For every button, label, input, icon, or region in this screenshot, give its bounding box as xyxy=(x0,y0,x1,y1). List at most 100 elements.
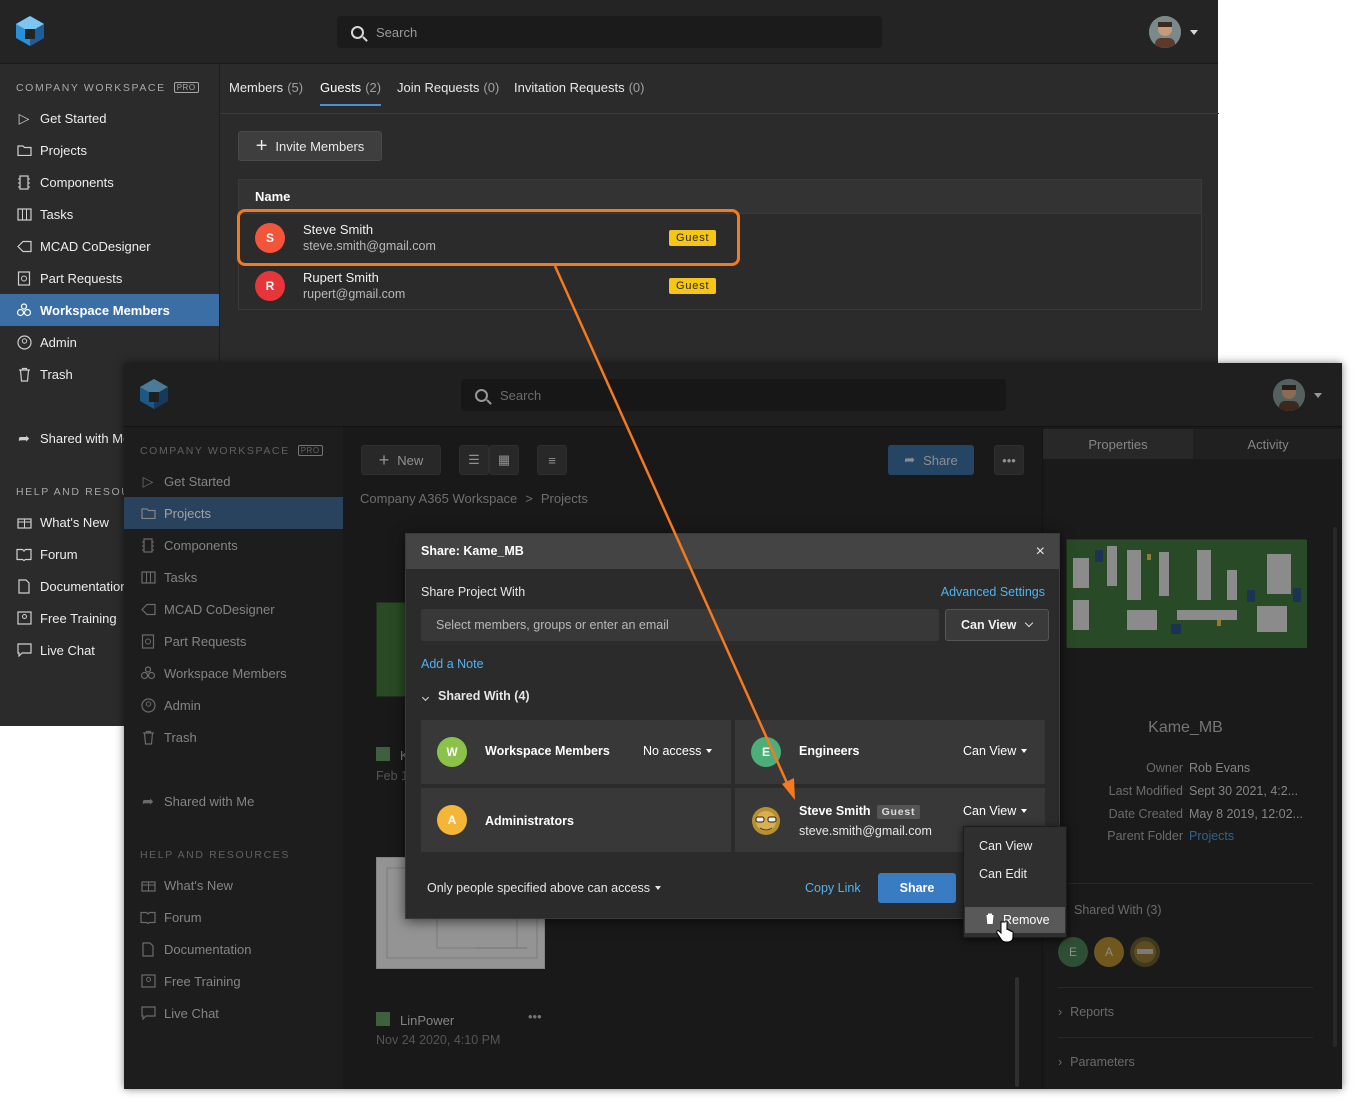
caret-down-icon xyxy=(655,886,662,890)
search-icon xyxy=(351,25,364,39)
help-item-forum[interactable]: Forum xyxy=(124,901,343,933)
tab-properties[interactable]: Properties xyxy=(1043,429,1193,459)
tab-invitation-requests[interactable]: Invitation Requests (0) xyxy=(514,80,644,95)
chat-icon xyxy=(140,1005,156,1021)
access-scope-dropdown[interactable]: Only people specified above can access xyxy=(427,881,662,895)
user-avatar[interactable] xyxy=(1149,16,1181,48)
sidebar-item-workspace-members[interactable]: Workspace Members xyxy=(124,657,343,689)
copy-link-button[interactable]: Copy Link xyxy=(805,881,861,895)
project-more-icon[interactable]: ••• xyxy=(528,1009,542,1024)
shared-with-toggle[interactable]: Shared With (4) xyxy=(421,689,530,703)
sidebar-item-tasks[interactable]: Tasks xyxy=(124,561,343,593)
top-bar: Search xyxy=(124,363,1342,427)
help-item-whats-new[interactable]: What's New xyxy=(124,869,343,901)
divider xyxy=(1058,1037,1313,1038)
members-icon xyxy=(16,302,32,318)
help-label: HELP AND RESOURCES xyxy=(140,849,290,861)
chevron-right-icon: › xyxy=(1058,1055,1063,1069)
chevron-down-icon xyxy=(421,693,430,702)
more-options-icon[interactable]: ••• xyxy=(994,445,1024,475)
sidebar-item-projects[interactable]: Projects xyxy=(0,134,219,166)
project-partial-date: Feb 1 xyxy=(376,769,408,783)
sidebar-item-components[interactable]: Components xyxy=(0,166,219,198)
project-icon xyxy=(376,1012,390,1026)
project-date: Nov 24 2020, 4:10 PM xyxy=(376,1033,501,1047)
divider xyxy=(1058,883,1313,884)
share-button[interactable]: ➦ Share xyxy=(888,445,974,475)
sidebar-item-admin[interactable]: Admin xyxy=(124,689,343,721)
sidebar-item-shared-with-me[interactable]: ➦ Shared with Me xyxy=(124,785,343,817)
entry-name: Workspace Members xyxy=(485,744,610,758)
advanced-settings-link[interactable]: Advanced Settings xyxy=(941,585,1045,599)
menu-item-can-edit[interactable]: Can Edit xyxy=(979,867,1027,881)
sidebar-item-part-requests[interactable]: Part Requests xyxy=(0,262,219,294)
app-logo-icon[interactable] xyxy=(15,15,45,47)
share-submit-button[interactable]: Share xyxy=(878,873,956,903)
sidebar-item-get-started[interactable]: ▷ Get Started xyxy=(0,102,219,134)
sidebar-item-admin[interactable]: Admin xyxy=(0,326,219,358)
breadcrumb-root[interactable]: Company A365 Workspace xyxy=(360,491,517,506)
menu-item-remove[interactable]: Remove xyxy=(965,907,1065,933)
sidebar-item-mcad-codesigner[interactable]: MCAD CoDesigner xyxy=(124,593,343,625)
entry-permission-dropdown[interactable]: No access xyxy=(643,744,712,758)
sort-icon[interactable]: ≡ xyxy=(537,445,567,475)
sidebar-item-part-requests[interactable]: Part Requests xyxy=(124,625,343,657)
user-avatar[interactable] xyxy=(1273,379,1305,411)
training-icon xyxy=(16,610,32,626)
guest-badge: Guest xyxy=(876,805,921,819)
app-logo-icon[interactable] xyxy=(139,378,169,410)
scrollbar[interactable] xyxy=(1333,527,1337,1047)
grid-view-icon[interactable]: ▦ xyxy=(489,445,519,475)
avatar xyxy=(1130,937,1160,967)
dialog-title: Share: Kame_MB xyxy=(421,544,524,558)
list-view-icon[interactable]: ☰ xyxy=(459,445,489,475)
section-parameters[interactable]: › Parameters xyxy=(1058,1055,1135,1069)
tab-members[interactable]: Members (5) xyxy=(229,80,303,95)
sidebar-item-mcad-codesigner[interactable]: MCAD CoDesigner xyxy=(0,230,219,262)
admin-icon xyxy=(16,334,32,350)
workspace-label: COMPANY WORKSPACE PRO xyxy=(140,445,323,457)
scrollbar[interactable] xyxy=(1015,977,1019,1087)
sidebar-item-components[interactable]: Components xyxy=(124,529,343,561)
part-request-icon xyxy=(140,633,156,649)
new-button[interactable]: + New xyxy=(361,445,441,475)
close-icon[interactable]: × xyxy=(1036,534,1045,569)
document-icon xyxy=(140,941,156,957)
entry-permission-dropdown[interactable]: Can View xyxy=(963,804,1027,818)
entry-permission-dropdown[interactable]: Can View xyxy=(963,744,1027,758)
sidebar-item-projects[interactable]: Projects xyxy=(124,497,343,529)
table-row[interactable]: R Rupert Smith rupert@gmail.com Guest xyxy=(239,262,1203,310)
sidebar-item-get-started[interactable]: ▷ Get Started xyxy=(124,465,343,497)
tab-guests[interactable]: Guests (2) xyxy=(320,80,382,106)
component-icon xyxy=(16,174,32,190)
workspace-label: COMPANY WORKSPACE PRO xyxy=(16,82,199,94)
part-request-icon xyxy=(16,270,32,286)
permission-select[interactable]: Can View xyxy=(945,609,1049,641)
divider xyxy=(1058,987,1313,988)
tab-join-requests[interactable]: Join Requests (0) xyxy=(397,80,499,95)
tab-activity[interactable]: Activity xyxy=(1193,429,1342,459)
project-name[interactable]: LinPower xyxy=(400,1013,454,1028)
section-reports[interactable]: › Reports xyxy=(1058,1005,1114,1019)
share-recipient-input[interactable]: Select members, groups or enter an email xyxy=(421,609,939,641)
menu-item-can-view[interactable]: Can View xyxy=(979,839,1032,853)
search-input[interactable]: Search xyxy=(337,16,882,48)
properties-panel: Properties Activity Kame_MB Owner Rob Ev… xyxy=(1042,427,1342,1089)
account-menu-caret-icon[interactable] xyxy=(1314,393,1322,398)
account-menu-caret-icon[interactable] xyxy=(1190,30,1198,35)
training-icon xyxy=(140,973,156,989)
sidebar-item-workspace-members[interactable]: Workspace Members xyxy=(0,294,219,326)
book-icon xyxy=(16,546,32,562)
parent-folder-link[interactable]: Projects xyxy=(1189,829,1234,843)
breadcrumb-current: Projects xyxy=(540,491,588,506)
add-note-link[interactable]: Add a Note xyxy=(421,657,484,671)
help-item-live-chat[interactable]: Live Chat xyxy=(124,997,343,1029)
invite-members-button[interactable]: + Invite Members xyxy=(238,131,382,161)
help-item-free-training[interactable]: Free Training xyxy=(124,965,343,997)
sidebar-item-tasks[interactable]: Tasks xyxy=(0,198,219,230)
trash-icon xyxy=(16,366,32,382)
entry-name: Steve Smith Guest xyxy=(799,804,921,819)
sidebar-item-trash[interactable]: Trash xyxy=(124,721,343,753)
search-input[interactable]: Search xyxy=(461,379,1006,411)
help-item-documentation[interactable]: Documentation xyxy=(124,933,343,965)
